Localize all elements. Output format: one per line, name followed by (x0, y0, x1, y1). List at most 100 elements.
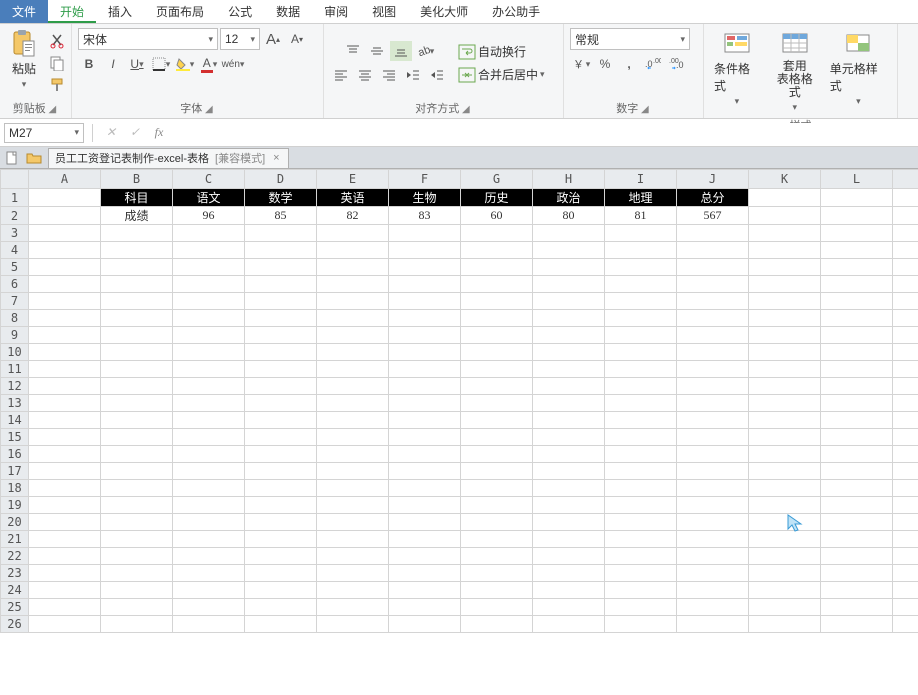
cell-F12[interactable] (389, 378, 461, 395)
cell-E26[interactable] (317, 616, 389, 633)
cell-L10[interactable] (821, 344, 893, 361)
cell-X15[interactable] (893, 429, 918, 446)
cell-F23[interactable] (389, 565, 461, 582)
number-format-select[interactable]: 常规▾ (570, 28, 690, 50)
cell-C5[interactable] (173, 259, 245, 276)
cell-E17[interactable] (317, 463, 389, 480)
cut-button[interactable] (46, 31, 68, 51)
table-format-button[interactable]: 套用 表格格式▾ (768, 28, 822, 115)
cell-I17[interactable] (605, 463, 677, 480)
cell-J12[interactable] (677, 378, 749, 395)
cell-I24[interactable] (605, 582, 677, 599)
cell-X4[interactable] (893, 242, 918, 259)
cell-A3[interactable] (29, 225, 101, 242)
cell-L19[interactable] (821, 497, 893, 514)
cell-E7[interactable] (317, 293, 389, 310)
cell-X10[interactable] (893, 344, 918, 361)
cell-style-button[interactable]: 单元格样式▾ (826, 28, 891, 115)
cell-G1[interactable]: 历史 (461, 189, 533, 207)
cell-X16[interactable] (893, 446, 918, 463)
cell-X14[interactable] (893, 412, 918, 429)
cell-I6[interactable] (605, 276, 677, 293)
cell-C21[interactable] (173, 531, 245, 548)
cell-D13[interactable] (245, 395, 317, 412)
cell-E4[interactable] (317, 242, 389, 259)
menu-data[interactable]: 数据 (264, 0, 312, 23)
cell-F21[interactable] (389, 531, 461, 548)
cell-H13[interactable] (533, 395, 605, 412)
cell-A12[interactable] (29, 378, 101, 395)
cell-A6[interactable] (29, 276, 101, 293)
cell-E24[interactable] (317, 582, 389, 599)
cell-G25[interactable] (461, 599, 533, 616)
cell-D17[interactable] (245, 463, 317, 480)
cell-X25[interactable] (893, 599, 918, 616)
select-all-corner[interactable] (1, 170, 29, 189)
cell-I20[interactable] (605, 514, 677, 531)
cell-C1[interactable]: 语文 (173, 189, 245, 207)
cell-G16[interactable] (461, 446, 533, 463)
cell-L17[interactable] (821, 463, 893, 480)
row-head-13[interactable]: 13 (1, 395, 29, 412)
cell-K15[interactable] (749, 429, 821, 446)
cell-A4[interactable] (29, 242, 101, 259)
cell-A8[interactable] (29, 310, 101, 327)
cell-H5[interactable] (533, 259, 605, 276)
cell-J10[interactable] (677, 344, 749, 361)
increase-font-button[interactable]: A▴ (262, 29, 284, 49)
increase-decimal-button[interactable]: .0.00 (642, 54, 664, 74)
cell-H9[interactable] (533, 327, 605, 344)
cell-X2[interactable] (893, 207, 918, 225)
cell-C11[interactable] (173, 361, 245, 378)
cell-K6[interactable] (749, 276, 821, 293)
cell-D14[interactable] (245, 412, 317, 429)
cell-G20[interactable] (461, 514, 533, 531)
align-bottom-button[interactable] (390, 41, 412, 61)
cell-B7[interactable] (101, 293, 173, 310)
cell-J8[interactable] (677, 310, 749, 327)
cell-A24[interactable] (29, 582, 101, 599)
cell-I18[interactable] (605, 480, 677, 497)
cell-L2[interactable] (821, 207, 893, 225)
cell-L24[interactable] (821, 582, 893, 599)
cell-C7[interactable] (173, 293, 245, 310)
cell-G3[interactable] (461, 225, 533, 242)
cell-C6[interactable] (173, 276, 245, 293)
cell-X24[interactable] (893, 582, 918, 599)
cell-H4[interactable] (533, 242, 605, 259)
cell-F11[interactable] (389, 361, 461, 378)
underline-button[interactable]: U▾ (126, 54, 148, 74)
cell-D26[interactable] (245, 616, 317, 633)
row-head-6[interactable]: 6 (1, 276, 29, 293)
cell-G18[interactable] (461, 480, 533, 497)
cell-I5[interactable] (605, 259, 677, 276)
row-head-23[interactable]: 23 (1, 565, 29, 582)
spreadsheet-grid[interactable]: ABCDEFGHIJKL1科目语文数学英语生物历史政治地理总分2成绩968582… (0, 169, 918, 695)
cell-G24[interactable] (461, 582, 533, 599)
cell-I12[interactable] (605, 378, 677, 395)
cell-F10[interactable] (389, 344, 461, 361)
col-head-B[interactable]: B (101, 170, 173, 189)
cell-I4[interactable] (605, 242, 677, 259)
cell-F7[interactable] (389, 293, 461, 310)
percent-button[interactable]: % (594, 54, 616, 74)
cell-F17[interactable] (389, 463, 461, 480)
col-head-overflow[interactable] (893, 170, 918, 189)
cell-J15[interactable] (677, 429, 749, 446)
currency-button[interactable]: ￥▾ (570, 54, 592, 74)
cell-J23[interactable] (677, 565, 749, 582)
orientation-button[interactable]: ab▾ (414, 41, 436, 61)
row-head-22[interactable]: 22 (1, 548, 29, 565)
cell-D10[interactable] (245, 344, 317, 361)
cell-A25[interactable] (29, 599, 101, 616)
cell-K1[interactable] (749, 189, 821, 207)
cell-F8[interactable] (389, 310, 461, 327)
cell-A23[interactable] (29, 565, 101, 582)
row-head-2[interactable]: 2 (1, 207, 29, 225)
cell-J7[interactable] (677, 293, 749, 310)
cell-C26[interactable] (173, 616, 245, 633)
cell-D23[interactable] (245, 565, 317, 582)
cell-E21[interactable] (317, 531, 389, 548)
open-folder-icon[interactable] (26, 150, 42, 166)
cell-I11[interactable] (605, 361, 677, 378)
